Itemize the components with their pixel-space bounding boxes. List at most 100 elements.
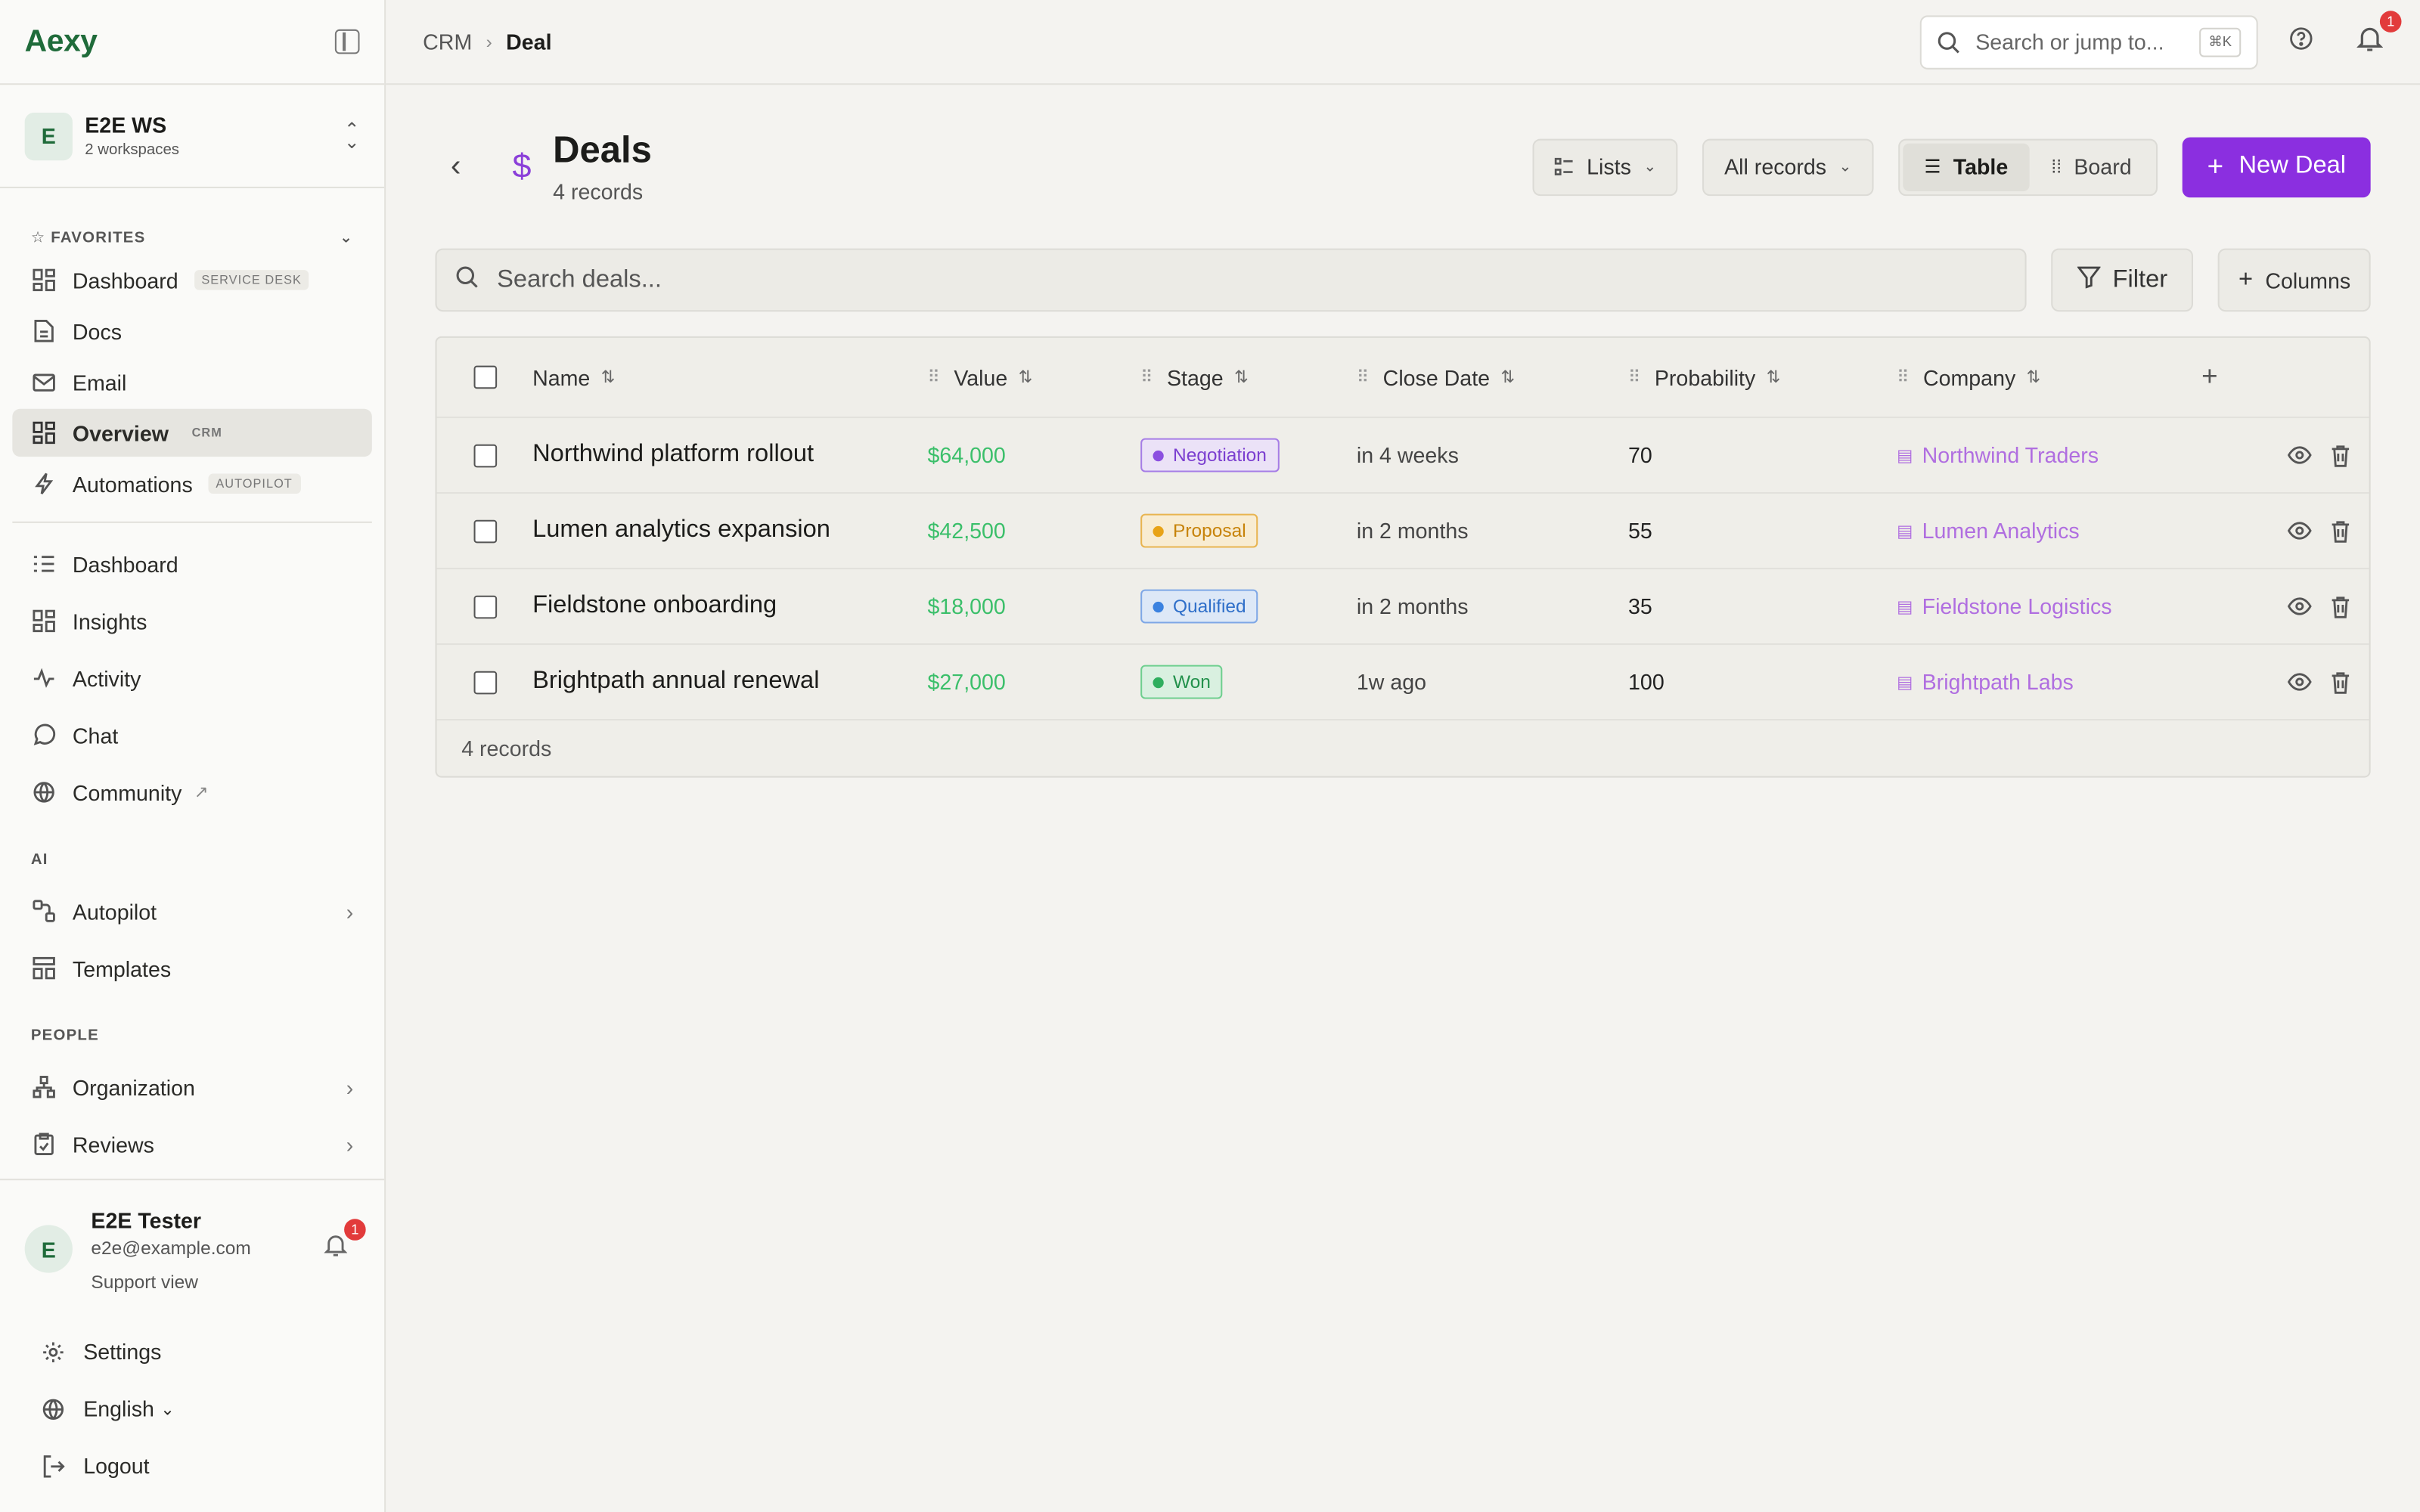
sidebar-item-docs[interactable]: Docs (12, 307, 372, 355)
column-header-probability[interactable]: ⠿ Probability ⇅ (1628, 365, 1897, 390)
sidebar-item-insights[interactable]: Insights (12, 594, 372, 648)
workspace-switcher[interactable]: E E2E WS 2 workspaces ⌃ ⌄ (0, 85, 385, 188)
drag-handle-icon[interactable]: ⠿ (1628, 367, 1640, 387)
language-select[interactable]: English ⌄ (12, 1386, 372, 1432)
chevron-down-icon: ⌄ (1838, 158, 1852, 175)
sidebar-item-tag: SERVICE DESK (194, 270, 310, 290)
filter-label: Filter (2112, 266, 2168, 293)
list-icon (1554, 157, 1575, 175)
drag-handle-icon[interactable]: ⠿ (1897, 367, 1909, 387)
new-deal-label: New Deal (2238, 153, 2347, 179)
eye-icon[interactable] (2287, 673, 2312, 691)
table-row[interactable]: Northwind platform rollout $64,000 Negot… (436, 418, 2369, 494)
company-link[interactable]: ▤ Fieldstone Logistics (1897, 594, 2111, 619)
sidebar-item-overview[interactable]: Overview CRM (12, 408, 372, 457)
row-checkbox[interactable] (473, 670, 497, 694)
sidebar-item-dashboard[interactable]: Dashboard (12, 537, 372, 590)
sidebar-item-activity[interactable]: Activity (12, 651, 372, 705)
company-name: Brightpath Labs (1922, 669, 2074, 695)
dashboard-grid-icon (31, 268, 56, 293)
deal-value: $18,000 (927, 593, 1006, 619)
table-row[interactable]: Brightpath annual renewal $27,000 Won 1w… (436, 645, 2369, 721)
trash-icon[interactable] (2331, 671, 2351, 694)
shortcut-hint: ⌘K (2199, 26, 2242, 57)
sidebar-item-label: Organization (72, 1074, 195, 1100)
trash-icon[interactable] (2331, 595, 2351, 618)
select-all-checkbox[interactable] (473, 365, 497, 389)
chevron-right-icon: › (346, 1131, 354, 1157)
sidebar-item-dashboard-servicedesk[interactable]: Dashboard SERVICE DESK (12, 256, 372, 304)
sidebar-footer: E E2E Tester e2e@example.com Support vie… (0, 1179, 385, 1512)
column-label: Close Date (1382, 364, 1491, 390)
bell-icon (324, 1235, 348, 1264)
drag-handle-icon[interactable]: ⠿ (928, 367, 940, 387)
deal-name[interactable]: Northwind platform rollout (532, 442, 814, 469)
mail-icon (31, 370, 56, 395)
column-header-company[interactable]: ⠿ Company ⇅ + (1897, 361, 2267, 394)
deal-name[interactable]: Fieldstone onboarding (532, 593, 777, 621)
sidebar-item-autopilot[interactable]: Autopilot › (12, 884, 372, 937)
logout-link[interactable]: Logout (12, 1442, 372, 1489)
plus-icon: + (2238, 266, 2254, 293)
column-header-name[interactable]: Name ⇅ (532, 365, 927, 390)
lists-dropdown[interactable]: Lists ⌄ (1532, 138, 1678, 196)
table-toolbar: Search deals... Filter + Columns (435, 248, 2371, 312)
table-row[interactable]: Lumen analytics expansion $42,500 Propos… (436, 494, 2369, 570)
column-header-stage[interactable]: ⠿ Stage ⇅ (1140, 365, 1357, 390)
row-checkbox[interactable] (473, 443, 497, 467)
ai-section-header: AI (0, 844, 384, 875)
records-filter-dropdown[interactable]: All records ⌄ (1702, 138, 1874, 196)
add-column-button[interactable]: + (2201, 361, 2217, 394)
sidebar-item-email[interactable]: Email (12, 358, 372, 405)
record-count: 4 records (553, 178, 644, 204)
view-board-button[interactable]: ⁞⁞ Board (2030, 143, 2153, 191)
favorites-heading: FAVORITES (51, 229, 146, 246)
deal-name[interactable]: Brightpath annual renewal (532, 668, 819, 696)
sidebar-item-organization[interactable]: Organization › (12, 1060, 372, 1114)
sidebar-collapse-icon[interactable] (334, 29, 360, 54)
deal-name[interactable]: Lumen analytics expansion (532, 517, 830, 545)
sidebar-item-automations[interactable]: Automations AUTOPILOT (12, 460, 372, 507)
probability: 70 (1628, 442, 1652, 468)
view-table-button[interactable]: ☰ Table (1902, 142, 2030, 191)
sidebar-item-label: Autopilot (72, 898, 157, 924)
company-link[interactable]: ▤ Brightpath Labs (1897, 670, 2074, 695)
workspace-count: 2 workspaces (85, 141, 180, 160)
eye-icon[interactable] (2287, 597, 2312, 615)
columns-button[interactable]: + Columns (2218, 248, 2371, 312)
trash-icon[interactable] (2331, 519, 2351, 543)
column-header-close-date[interactable]: ⠿ Close Date ⇅ (1357, 365, 1628, 390)
sidebar-item-templates[interactable]: Templates (12, 941, 372, 995)
deals-search-input[interactable]: Search deals... (435, 248, 2027, 312)
deal-value: $27,000 (927, 669, 1006, 695)
user-notifications-button[interactable]: 1 (324, 1219, 366, 1294)
company-link[interactable]: ▤ Lumen Analytics (1897, 519, 2080, 544)
notifications-button[interactable]: 1 (2356, 10, 2402, 60)
chevron-up-down-icon: ⌃ ⌄ (343, 119, 360, 153)
row-checkbox[interactable] (473, 519, 497, 543)
sidebar-item-community[interactable]: Community ↗ (12, 765, 372, 819)
eye-icon[interactable] (2287, 522, 2312, 540)
global-search-input[interactable]: Search or jump to... ⌘K (1919, 14, 2258, 69)
table-row[interactable]: Fieldstone onboarding $18,000 Qualified … (436, 569, 2369, 646)
column-header-value[interactable]: ⠿ Value ⇅ (928, 365, 1141, 390)
company-link[interactable]: ▤ Northwind Traders (1897, 443, 2099, 468)
eye-icon[interactable] (2287, 446, 2312, 464)
filter-button[interactable]: Filter (2050, 248, 2194, 312)
drag-handle-icon[interactable]: ⠿ (1357, 367, 1369, 387)
new-deal-button[interactable]: + New Deal (2182, 136, 2371, 197)
trash-icon[interactable] (2331, 444, 2351, 467)
breadcrumb-crm[interactable]: CRM (423, 29, 472, 54)
sidebar-item-reviews[interactable]: Reviews › (12, 1117, 372, 1171)
page-title: Deals (553, 129, 652, 172)
stage-label: Negotiation (1173, 444, 1267, 466)
back-button[interactable]: ‹ (451, 149, 482, 184)
user-profile[interactable]: E E2E Tester e2e@example.com Support vie… (0, 1180, 384, 1293)
settings-link[interactable]: Settings (12, 1328, 372, 1374)
help-button[interactable] (2289, 26, 2314, 58)
favorites-header[interactable]: ☆ FAVORITES ⌄ (0, 222, 384, 253)
language-label: English (83, 1396, 154, 1421)
drag-handle-icon[interactable]: ⠿ (1140, 367, 1153, 387)
sidebar-item-chat[interactable]: Chat (12, 708, 372, 762)
row-checkbox[interactable] (473, 594, 497, 618)
